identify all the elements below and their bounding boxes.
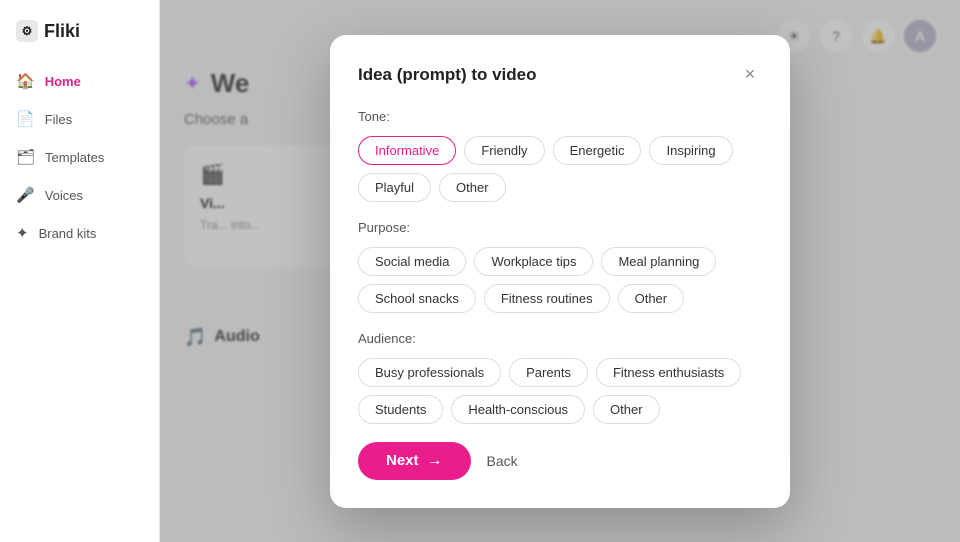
sidebar-item-brand-kits-label: Brand kits (39, 226, 97, 241)
chip-students[interactable]: Students (358, 395, 443, 424)
chip-busy-professionals[interactable]: Busy professionals (358, 358, 501, 387)
sidebar-item-voices-label: Voices (45, 188, 83, 203)
sidebar-item-brand-kits[interactable]: ✦ Brand kits (0, 214, 159, 252)
chip-workplace-tips[interactable]: Workplace tips (474, 247, 593, 276)
chip-school-snacks[interactable]: School snacks (358, 284, 476, 313)
chip-social-media[interactable]: Social media (358, 247, 466, 276)
audience-label: Audience: (358, 331, 762, 346)
sidebar-item-home-label: Home (45, 74, 81, 89)
close-button[interactable]: × (738, 63, 762, 87)
sidebar: ⚙ Fliki 🏠 Home 📄 Files 🗂 Templates 🎤 Voi… (0, 0, 160, 542)
modal-title: Idea (prompt) to video (358, 65, 537, 85)
chip-friendly[interactable]: Friendly (464, 136, 544, 165)
chip-fitness-routines[interactable]: Fitness routines (484, 284, 610, 313)
voices-icon: 🎤 (16, 186, 35, 204)
modal-footer: Next → Back (358, 442, 762, 480)
next-button[interactable]: Next → (358, 442, 471, 480)
templates-icon: 🗂 (16, 148, 35, 166)
home-icon: 🏠 (16, 72, 35, 90)
files-icon: 📄 (16, 110, 35, 128)
back-button[interactable]: Back (487, 453, 518, 469)
chip-other-tone[interactable]: Other (439, 173, 506, 202)
chip-parents[interactable]: Parents (509, 358, 588, 387)
chip-playful[interactable]: Playful (358, 173, 431, 202)
tone-chips: Informative Friendly Energetic Inspiring… (358, 136, 762, 202)
purpose-label: Purpose: (358, 220, 762, 235)
app-name: Fliki (44, 21, 80, 42)
chip-informative[interactable]: Informative (358, 136, 456, 165)
logo-icon: ⚙ (16, 20, 38, 42)
chip-energetic[interactable]: Energetic (553, 136, 642, 165)
modal-header: Idea (prompt) to video × (358, 63, 762, 87)
next-label: Next (386, 452, 419, 469)
sidebar-item-voices[interactable]: 🎤 Voices (0, 176, 159, 214)
chip-health-conscious[interactable]: Health-conscious (451, 395, 585, 424)
sidebar-item-templates-label: Templates (45, 150, 104, 165)
brand-kits-icon: ✦ (16, 224, 29, 242)
sidebar-item-files-label: Files (45, 112, 72, 127)
chip-fitness-enthusiasts[interactable]: Fitness enthusiasts (596, 358, 741, 387)
purpose-chips: Social media Workplace tips Meal plannin… (358, 247, 762, 313)
modal-backdrop: Idea (prompt) to video × Tone: Informati… (160, 0, 960, 542)
sidebar-item-home[interactable]: 🏠 Home (0, 62, 159, 100)
tone-label: Tone: (358, 109, 762, 124)
audience-chips: Busy professionals Parents Fitness enthu… (358, 358, 762, 424)
modal-dialog: Idea (prompt) to video × Tone: Informati… (330, 35, 790, 508)
chip-other-purpose[interactable]: Other (618, 284, 685, 313)
sidebar-item-files[interactable]: 📄 Files (0, 100, 159, 138)
sidebar-item-templates[interactable]: 🗂 Templates (0, 138, 159, 176)
app-logo: ⚙ Fliki (0, 12, 159, 62)
main-content: ☀ ? 🔔 A ✦ We Choose a 🎬 Vi... Tra... int… (160, 0, 960, 542)
chip-inspiring[interactable]: Inspiring (649, 136, 732, 165)
chip-other-audience[interactable]: Other (593, 395, 660, 424)
chip-meal-planning[interactable]: Meal planning (601, 247, 716, 276)
arrow-icon: → (427, 452, 443, 470)
